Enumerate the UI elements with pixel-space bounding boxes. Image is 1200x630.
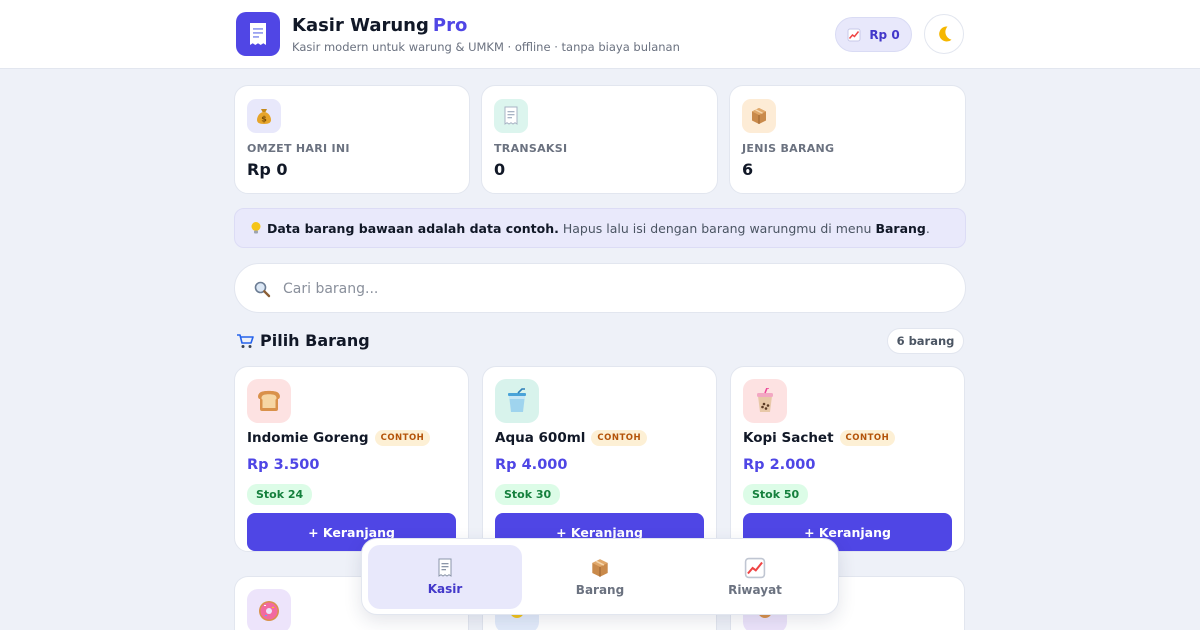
stat-label: TRANSAKSI: [494, 142, 568, 155]
stat-value: Rp 0: [247, 160, 288, 179]
product-price: Rp 2.000: [743, 457, 816, 473]
stat-label: OMZET HARI INI: [247, 142, 350, 155]
product-name-row: Kopi Sachet CONTOH: [743, 430, 896, 446]
app-logo: [236, 12, 280, 56]
app-title-text: Kasir Warung: [292, 15, 429, 36]
product-name-row: Indomie Goreng CONTOH: [247, 430, 431, 446]
stock-badge: Stok 30: [495, 484, 561, 505]
product-price: Rp 4.000: [495, 457, 568, 473]
donut-icon: [247, 589, 291, 630]
bread-icon: [247, 379, 291, 423]
sample-badge: CONTOH: [374, 430, 431, 446]
product-name: Aqua 600ml: [495, 430, 586, 446]
product-name: Indomie Goreng: [247, 430, 369, 446]
product-card: Indomie Goreng CONTOH Rp 3.500 Stok 24 +…: [234, 366, 469, 552]
product-price: Rp 3.500: [247, 457, 320, 473]
app-header: Kasir Warung Pro Kasir modern untuk warun…: [0, 0, 1200, 69]
search-bar: [234, 263, 966, 313]
products-section-title: Pilih Barang: [236, 331, 370, 350]
product-name-row: Aqua 600ml CONTOH: [495, 430, 648, 446]
nav-label: Riwayat: [728, 583, 782, 597]
nav-label: Kasir: [427, 582, 463, 596]
search-icon: [252, 279, 272, 299]
nav-item-riwayat[interactable]: Riwayat: [678, 545, 832, 609]
stat-card-item-types: JENIS BARANG 6: [729, 85, 966, 194]
stat-value: 6: [742, 160, 754, 179]
stat-label: JENIS BARANG: [742, 142, 835, 155]
chart-up-icon: [744, 557, 766, 579]
sample-badge: CONTOH: [591, 430, 648, 446]
stock-badge: Stok 50: [743, 484, 809, 505]
cart-icon: [236, 333, 254, 349]
package-icon: [589, 557, 611, 579]
stat-value: 0: [494, 160, 506, 179]
banner-bold-text: Data barang bawaan adalah data contoh.: [267, 220, 559, 236]
receipt-icon: [494, 99, 528, 133]
receipt-icon: [246, 21, 270, 47]
nav-label: Barang: [575, 583, 625, 597]
app-subtitle: Kasir modern untuk warung & UMKM · offli…: [292, 40, 680, 54]
revenue-badge-value: Rp 0: [869, 27, 900, 42]
nav-item-barang[interactable]: Barang: [523, 545, 677, 609]
money-bag-icon: $: [247, 99, 281, 133]
sample-data-banner: Data barang bawaan adalah data contoh. H…: [234, 208, 966, 248]
bottom-navigation: Kasir Barang Riwayat: [361, 538, 839, 615]
cup-straw-icon: [495, 379, 539, 423]
app-title-accent: Pro: [432, 15, 468, 36]
banner-text: Hapus lalu isi dengan barang warungmu di…: [562, 220, 872, 236]
product-card: Aqua 600ml CONTOH Rp 4.000 Stok 30 + Ker…: [482, 366, 717, 552]
chart-up-icon: [847, 28, 861, 42]
nav-item-kasir[interactable]: Kasir: [368, 545, 522, 609]
products-section-title-text: Pilih Barang: [260, 331, 370, 350]
stat-card-transactions: TRANSAKSI 0: [481, 85, 718, 194]
product-card: Kopi Sachet CONTOH Rp 2.000 Stok 50 + Ke…: [730, 366, 965, 552]
banner-end: .: [925, 220, 930, 236]
stat-card-revenue: $ OMZET HARI INI Rp 0: [234, 85, 470, 194]
banner-menu-link: Barang: [875, 220, 926, 236]
product-count-badge: 6 barang: [887, 328, 964, 354]
product-name: Kopi Sachet: [743, 430, 834, 446]
sample-badge: CONTOH: [839, 430, 896, 446]
receipt-icon: [436, 558, 454, 578]
bubble-tea-icon: [743, 379, 787, 423]
revenue-badge[interactable]: Rp 0: [835, 17, 912, 52]
lightbulb-icon: [249, 221, 263, 235]
theme-toggle-button[interactable]: [924, 14, 964, 54]
search-input[interactable]: [283, 274, 943, 304]
svg-text:$: $: [261, 115, 267, 124]
package-icon: [742, 99, 776, 133]
stock-badge: Stok 24: [247, 484, 313, 505]
moon-icon: [934, 24, 954, 44]
app-title: Kasir Warung Pro: [292, 15, 467, 36]
